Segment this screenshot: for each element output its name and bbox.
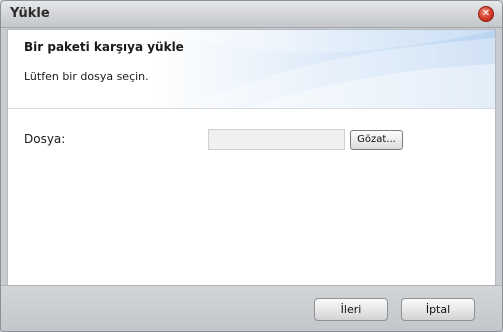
upload-dialog: Yükle ✕ Bir paketi karşıya yükle Lütfen … [0, 0, 503, 332]
dialog-title: Yükle [10, 6, 50, 21]
wizard-header: Bir paketi karşıya yükle Lütfen bir dosy… [8, 30, 495, 109]
dialog-titlebar: Yükle ✕ [1, 1, 502, 28]
file-path-input[interactable] [208, 129, 345, 150]
close-symbol: ✕ [481, 8, 491, 19]
next-button[interactable]: İleri [314, 298, 388, 321]
file-label: Dosya: [24, 132, 66, 146]
browse-button[interactable]: Gözat... [350, 130, 403, 150]
dialog-footer: İleri İptal [1, 285, 502, 331]
cancel-button[interactable]: İptal [401, 298, 475, 321]
dialog-content: Bir paketi karşıya yükle Lütfen bir dosy… [7, 29, 496, 285]
wizard-title: Bir paketi karşıya yükle [24, 40, 184, 54]
close-icon[interactable]: ✕ [478, 6, 494, 22]
wizard-subtitle: Lütfen bir dosya seçin. [24, 70, 149, 83]
